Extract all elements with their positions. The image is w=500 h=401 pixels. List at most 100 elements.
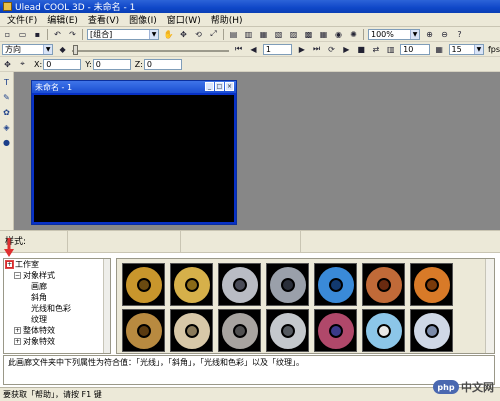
tree-item[interactable]: 光线和色彩 [4,303,110,314]
menu-help[interactable]: 帮助(H) [206,13,248,26]
thumbnail-chrome-ring[interactable] [266,309,309,352]
object-group-select[interactable]: [组合] ▼ [87,28,159,40]
ring-preview-icon [173,312,210,349]
zoom-in-icon[interactable]: ⊕ [423,28,436,40]
redo-icon[interactable]: ↷ [66,28,79,40]
play-icon[interactable]: ▶ [340,43,353,55]
tree-scrollbar[interactable] [103,259,110,353]
grid-icon[interactable]: ▦ [317,28,330,40]
thumbnail-copper-ring[interactable] [362,263,405,306]
expand-icon[interactable]: + [6,261,13,268]
hand-icon[interactable]: ✋ [162,28,175,40]
next-frame-icon[interactable]: ▶ [295,43,308,55]
stop-icon[interactable]: ■ [355,43,368,55]
loop-icon[interactable]: ⟳ [325,43,338,55]
edit-text-icon[interactable]: ✎ [1,92,12,103]
description-text: 此画廊文件夹中下列属性为符合值：「光线」，「斜角」，「光线和色彩」以及「纹理」。 [8,358,304,367]
thumbnail-silver-ring[interactable] [218,263,261,306]
document-window[interactable]: 未命名 - 1 _ □ × [31,80,237,225]
thumbnail-bronze-ring[interactable] [122,309,165,352]
chevron-down-icon: ▼ [149,29,158,39]
save-icon[interactable]: ▪ [31,28,44,40]
expand-icon[interactable]: + [14,338,21,345]
help-pointer-icon[interactable]: ? [453,28,466,40]
close-icon[interactable]: × [225,82,234,91]
timeline-thumb[interactable] [72,44,78,55]
thumbnail-blue-ring[interactable] [314,263,357,306]
lock-icon[interactable]: ⌖ [16,58,29,70]
last-frame-icon[interactable]: ⏭ [310,43,323,55]
new-file-icon[interactable]: ▫ [1,28,14,40]
align-center-icon[interactable]: ▥ [242,28,255,40]
size-icon[interactable]: ⤢ [207,28,220,40]
spacing-icon[interactable]: ▨ [287,28,300,40]
chevron-down-icon: ▼ [43,44,53,54]
align-right-icon[interactable]: ▦ [257,28,270,40]
position-icon[interactable]: ✥ [1,58,14,70]
toolbar-separator [363,28,364,40]
window-title-bar[interactable]: Ulead COOL 3D - 未命名 - 1 [0,0,500,13]
attribute-select[interactable]: 方向 ▼ [2,43,54,55]
thumbnail-gold-ring[interactable] [122,263,165,306]
distribute-icon[interactable]: ▧ [272,28,285,40]
z-field[interactable]: 0 [143,58,182,70]
thumbnail-steel-ring[interactable] [266,263,309,306]
add-key-icon[interactable]: ◆ [56,43,69,55]
tree-item[interactable]: + 对象特效 [4,336,110,347]
fps-label: fps [487,44,500,54]
total-frames-field[interactable]: 10 [400,43,430,55]
frame-field[interactable]: 1 [262,43,293,55]
ring-preview-icon [221,312,258,349]
tree-item[interactable]: + 工作室 [4,259,110,270]
move-icon[interactable]: ✥ [177,28,190,40]
menu-image[interactable]: 图像(I) [124,13,162,26]
thumbnail-brass-ring[interactable] [170,263,213,306]
standard-toolbar: ▫ ▭ ▪ ↶ ↷ [组合] ▼ ✋ ✥ ⟲ ⤢ ▤ ▥ ▦ ▧ ▨ ▩ ▦ ◉… [0,27,500,42]
thumbnail-orange-ring[interactable] [410,263,453,306]
rotate-icon[interactable]: ⟲ [192,28,205,40]
thumbnail-mosaic-ring[interactable] [314,309,357,352]
light-icon[interactable]: ✺ [347,28,360,40]
tree-item[interactable]: 纹理 [4,314,110,325]
undo-icon[interactable]: ↶ [51,28,64,40]
menu-window[interactable]: 窗口(W) [162,13,206,26]
insert-text-icon[interactable]: T [1,77,12,88]
thumbnail-ice-ring[interactable] [410,309,453,352]
ring-preview-icon [173,266,210,303]
fps-select[interactable]: 15 ▼ [448,43,484,55]
first-frame-icon[interactable]: ⏮ [232,43,245,55]
geometry-icon[interactable]: ◈ [1,122,12,133]
collapse-icon[interactable]: − [14,272,21,279]
status-text: 要获取「帮助」，请按 F1 键 [3,390,102,399]
gallery-scrollbar[interactable] [485,259,494,353]
align-left-icon[interactable]: ▤ [227,28,240,40]
tree-item[interactable]: 斜角 [4,292,110,303]
thumbnail-sky-ring[interactable] [362,309,405,352]
thumbnail-pearl-ring[interactable] [170,309,213,352]
menu-edit[interactable]: 编辑(E) [42,13,83,26]
minimize-icon[interactable]: _ [205,82,214,91]
thumbnail-speckled-ring[interactable] [218,309,261,352]
maximize-icon[interactable]: □ [215,82,224,91]
layout-icon[interactable]: ▩ [302,28,315,40]
zoom-select[interactable]: 100% ▼ [368,28,420,40]
tree-item[interactable]: 画廊 [4,281,110,292]
expand-icon[interactable]: + [14,327,21,334]
reverse-icon[interactable]: ⇄ [370,43,383,55]
y-field[interactable]: 0 [92,58,131,70]
menu-file[interactable]: 文件(F) [2,13,42,26]
tree-item-label: 工作室 [15,260,39,269]
timeline-slider[interactable] [71,44,230,55]
menu-view[interactable]: 查看(V) [83,13,124,26]
zoom-out-icon[interactable]: ⊖ [438,28,451,40]
insert-graphic-icon[interactable]: ✿ [1,107,12,118]
sphere-icon[interactable]: ● [1,137,12,148]
prev-frame-icon[interactable]: ◀ [247,43,260,55]
tree-item[interactable]: − 对象样式 [4,270,110,281]
render-canvas[interactable] [34,95,234,222]
tree-item[interactable]: + 整体特效 [4,325,110,336]
open-file-icon[interactable]: ▭ [16,28,29,40]
document-title-bar[interactable]: 未命名 - 1 _ □ × [32,81,236,93]
x-field[interactable]: 0 [43,58,82,70]
camera-icon[interactable]: ◉ [332,28,345,40]
